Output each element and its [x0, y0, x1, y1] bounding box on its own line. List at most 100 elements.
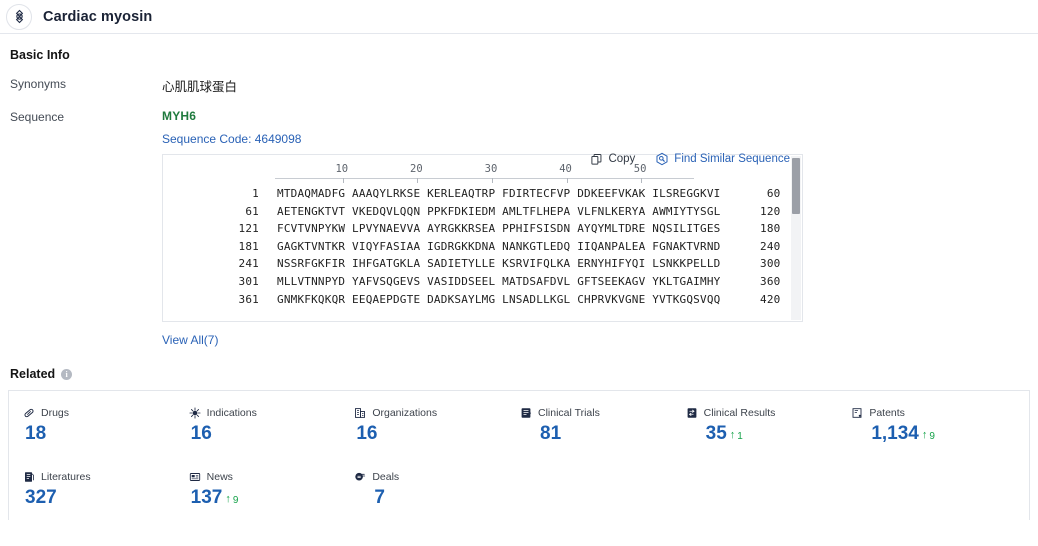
related-tile-clinical-results[interactable]: Clinical Results 35 ↑ 1 — [686, 407, 852, 457]
arrow-up-icon: ↑ — [729, 429, 736, 441]
sequence-line-residues: GAGKTVNTKR VIQYFASIAA IGDRGKKDNA NANKGTL… — [277, 239, 721, 253]
related-tile-head: Deals — [354, 471, 520, 483]
related-tile-deals[interactable]: Deals 7 — [354, 471, 520, 520]
clinical-result-icon — [686, 407, 698, 419]
related-tile-label: Deals — [372, 471, 400, 483]
find-similar-sequence-button[interactable]: Find Similar Sequence — [655, 152, 790, 166]
related-tile-drugs[interactable]: Drugs 18 — [23, 407, 189, 457]
clinical-trial-icon — [520, 407, 532, 419]
sequence-line-start: 361 — [238, 292, 259, 306]
sequence-line-end: 420 — [760, 292, 781, 306]
ruler-tick — [566, 178, 568, 183]
sequence-line-start: 181 — [238, 239, 259, 253]
sequence-line-start: 121 — [238, 222, 259, 236]
related-tile-value[interactable]: 7 — [354, 487, 520, 509]
sequence-code: Sequence Code: 4649098 — [162, 132, 302, 146]
ruler-tick — [491, 178, 493, 183]
literature-icon — [23, 471, 35, 483]
arrow-up-icon: ↑ — [921, 429, 928, 441]
app-header: Cardiac myosin — [0, 0, 1038, 34]
related-tile-label: Clinical Results — [703, 407, 776, 419]
deals-icon — [354, 471, 366, 483]
sequence-line-start: 1 — [252, 187, 259, 200]
related-tile-number: 7 — [374, 487, 385, 508]
related-tile-delta: ↑ 1 — [729, 429, 743, 443]
ruler-tick-label: 30 — [484, 163, 498, 175]
sequence-row: Sequence MYH6 Sequence Code: 4649098 10 2… — [10, 109, 1028, 347]
patent-icon — [851, 407, 863, 419]
related-tile-value[interactable]: 1,134 ↑ 9 — [851, 423, 1017, 445]
sequence-line-end: 360 — [760, 274, 781, 288]
related-tile-number: 81 — [540, 423, 562, 444]
sequence-rows: 1 MTDAQMADFG AAAQYLRKSE KERLEAQTRP FDIRTE… — [163, 185, 802, 308]
related-tile-delta: ↑ 9 — [225, 493, 238, 507]
sequence-value: MYH6 Sequence Code: 4649098 10 20 30 40 50 1… — [162, 109, 1028, 347]
related-tile-delta: ↑ 9 — [921, 429, 935, 443]
ruler-tick-label: 20 — [410, 163, 423, 175]
related-tile-number: 16 — [190, 423, 212, 444]
related-card: Drugs 18 Indications 16 Organizations 16 Clini… — [8, 390, 1030, 520]
related-tile-delta-value: 9 — [929, 431, 935, 442]
sequence-line-residues: GNMKFKQKQR EEQAEPDGTE DADKSAYLMG LNSADLL… — [277, 292, 721, 306]
related-tile-value[interactable]: 16 — [189, 423, 355, 445]
related-tile-value[interactable]: 327 — [23, 487, 189, 509]
related-tile-label: Clinical Trials — [538, 407, 600, 419]
ruler-tick — [417, 178, 419, 183]
related-tile-value[interactable]: 81 — [520, 423, 686, 445]
target-icon — [6, 3, 32, 30]
sequence-line: 181 GAGKTVNTKR VIQYFASIAA IGDRGKKDNA NANK… — [163, 238, 802, 256]
related-tile-head: News — [189, 471, 355, 483]
related-tile-patents[interactable]: Patents 1,134 ↑ 9 — [851, 407, 1017, 457]
news-icon — [189, 471, 201, 483]
related-header: Related i — [0, 347, 1038, 381]
copy-button[interactable]: Copy — [590, 153, 635, 166]
related-tile-news[interactable]: News 137 ↑ 9 — [189, 471, 355, 520]
related-tile-head: Clinical Trials — [520, 407, 686, 419]
sequence-viewer: 10 20 30 40 50 1 MTDAQMADFG AAAQYLRKSE KERLEA… — [162, 154, 803, 322]
related-tile-indications[interactable]: Indications 16 — [189, 407, 355, 457]
related-tile-label: Organizations — [372, 407, 438, 419]
related-tile-value[interactable]: 18 — [23, 423, 189, 445]
sequence-line: 61 AETENGKTVT VKEDQVLQQN PPKFDKIEDM AMLTF… — [163, 203, 802, 221]
sequence-line-start: 301 — [238, 274, 259, 288]
related-tile-head: Literatures — [23, 471, 189, 483]
copy-label: Copy — [608, 153, 636, 165]
related-tile-organizations[interactable]: Organizations 16 — [354, 407, 520, 457]
sequence-line-end: 180 — [760, 222, 781, 236]
sequence-line: 1 MTDAQMADFG AAAQYLRKSE KERLEAQTRP FDIRTE… — [163, 185, 802, 203]
ruler-tick — [342, 178, 344, 183]
related-tile-clinical-trials[interactable]: Clinical Trials 81 — [520, 407, 686, 457]
related-tile-head: Indications — [189, 407, 355, 419]
related-tile-value[interactable]: 16 — [354, 423, 520, 445]
pill-icon — [23, 407, 35, 419]
view-all-link[interactable]: View All(7) — [162, 333, 218, 347]
related-tile-label: Literatures — [41, 471, 91, 483]
related-tile-head: Clinical Results — [686, 407, 852, 419]
related-tile-head: Drugs — [23, 407, 189, 419]
related-tile-value[interactable]: 137 ↑ 9 — [189, 487, 355, 509]
sequence-line: 301 MLLVTNNPYD YAFVSQGEVS VASIDDSEEL MATD… — [163, 273, 802, 291]
related-tile-number: 35 — [705, 423, 727, 444]
sequence-line-start: 61 — [245, 204, 259, 218]
related-tile-label: Patents — [869, 407, 905, 419]
page-title: Cardiac myosin — [43, 8, 153, 25]
sequence-line: 241 NSSRFGKFIR IHFGATGKLA SADIETYLLE KSRV… — [163, 255, 802, 273]
sequence-viewer-content: 10 20 30 40 50 1 MTDAQMADFG AAAQYLRKSE KERLEA… — [163, 155, 802, 321]
related-title: Related — [10, 367, 56, 381]
sequence-line-end: 300 — [760, 257, 781, 271]
sequence-scrollbar-thumb[interactable] — [792, 158, 800, 214]
synonyms-value: 心肌肌球蛋白 — [162, 80, 238, 94]
ruler-line — [275, 178, 694, 179]
organization-icon — [354, 407, 366, 419]
related-tile-grid: Drugs 18 Indications 16 Organizations 16 Clini… — [9, 407, 1029, 520]
related-tile-literatures[interactable]: Literatures 327 — [23, 471, 189, 520]
gene-name[interactable]: MYH6 — [162, 109, 1028, 123]
related-tile-label: Indications — [206, 407, 257, 419]
sequence-scrollbar[interactable] — [791, 156, 801, 320]
related-tile-number: 137 — [190, 487, 223, 508]
info-icon[interactable]: i — [61, 368, 73, 380]
arrow-up-icon: ↑ — [225, 493, 231, 505]
sequence-line-residues: NSSRFGKFIR IHFGATGKLA SADIETYLLE KSRVIFQ… — [277, 257, 721, 271]
related-tile-value[interactable]: 35 ↑ 1 — [686, 423, 852, 445]
sequence-line-residues: MLLVTNNPYD YAFVSQGEVS VASIDDSEEL MATDSAF… — [277, 274, 721, 288]
